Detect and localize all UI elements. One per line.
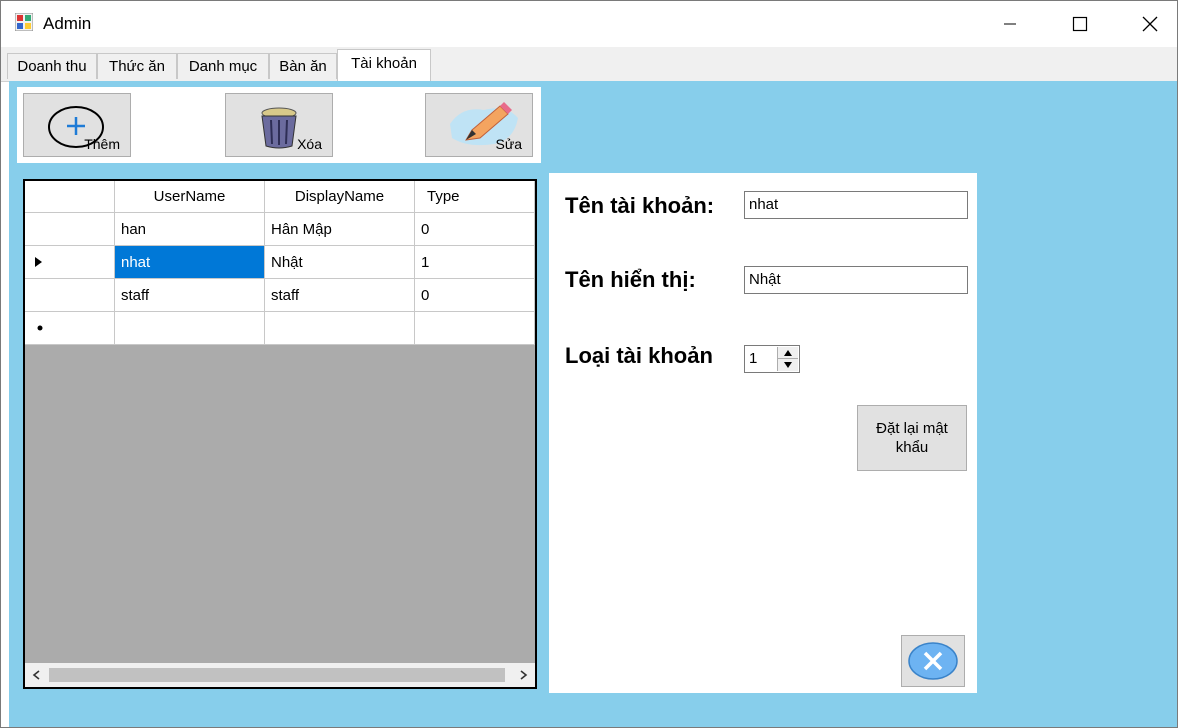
stepper-buttons (777, 347, 798, 371)
new-row-asterisk-icon (37, 325, 43, 331)
scrollbar-thumb[interactable] (49, 668, 505, 682)
reset-password-button[interactable]: Đặt lại mật khẩu (857, 405, 967, 471)
display-name-field[interactable]: Nhật (744, 266, 968, 294)
tab-thuc-an[interactable]: Thức ăn (97, 53, 177, 79)
close-window-button[interactable] (1127, 1, 1173, 47)
title-bar: Admin (1, 1, 1177, 47)
maximize-button[interactable] (1057, 1, 1103, 47)
trash-icon (261, 107, 297, 149)
display-name-label: Tên hiển thị: (565, 267, 696, 292)
column-header-type[interactable]: Type (415, 181, 535, 213)
admin-window: Admin Doanh thu Thức ăn Danh mục Bàn ăn … (0, 0, 1178, 728)
close-x-icon (908, 642, 958, 680)
add-label: Thêm (84, 136, 120, 152)
minimize-icon (1004, 23, 1016, 25)
add-button[interactable]: Thêm (23, 93, 131, 157)
tab-doanh-thu[interactable]: Doanh thu (7, 53, 97, 79)
account-type-label: Loại tài khoản (565, 343, 713, 368)
stepper-up-button[interactable] (778, 347, 798, 359)
row-header[interactable] (25, 213, 115, 246)
edit-label: Sửa (495, 136, 523, 152)
account-type-stepper[interactable]: 1 (744, 345, 800, 373)
caret-down-icon (784, 362, 792, 368)
scroll-right-icon[interactable] (517, 669, 529, 681)
maximize-icon (1072, 16, 1088, 32)
account-name-field[interactable]: nhat (744, 191, 968, 219)
cell-type[interactable]: 1 (415, 246, 535, 279)
window-title: Admin (43, 14, 92, 33)
tab-ban-an[interactable]: Bàn ăn (269, 53, 337, 79)
scroll-left-icon[interactable] (31, 669, 43, 681)
caret-up-icon (784, 349, 792, 356)
edit-button[interactable]: Sửa (425, 93, 533, 157)
delete-button[interactable]: Xóa (225, 93, 333, 157)
account-name-label: Tên tài khoản: (565, 193, 715, 218)
grid-corner-header (25, 181, 115, 213)
minimize-button[interactable] (987, 1, 1033, 47)
account-type-value[interactable]: 1 (749, 350, 757, 367)
cell-username[interactable]: han (115, 213, 265, 246)
close-icon (1142, 16, 1158, 32)
current-row-arrow-icon (35, 257, 42, 267)
new-row-cell[interactable] (265, 312, 415, 345)
column-header-displayname[interactable]: DisplayName (265, 181, 415, 213)
cell-displayname[interactable]: Hân Mập (265, 213, 415, 246)
tab-danh-muc[interactable]: Danh mục (177, 53, 269, 79)
app-icon (15, 13, 33, 31)
stepper-down-button[interactable] (778, 359, 798, 371)
new-row-header[interactable] (25, 312, 115, 345)
tab-tai-khoan[interactable]: Tài khoản (337, 49, 431, 81)
new-row-cell[interactable] (115, 312, 265, 345)
cell-type[interactable]: 0 (415, 213, 535, 246)
horizontal-scrollbar[interactable] (25, 663, 535, 687)
cell-displayname[interactable]: staff (265, 279, 415, 312)
account-grid[interactable]: UserName DisplayName Type han Hân Mập 0 … (23, 179, 537, 689)
cell-type[interactable]: 0 (415, 279, 535, 312)
account-detail-panel: Tên tài khoản: nhat Tên hiển thị: Nhật L… (549, 173, 977, 693)
tab-strip: Doanh thu Thức ăn Danh mục Bàn ăn Tài kh… (1, 47, 1177, 82)
cell-displayname[interactable]: Nhật (265, 246, 415, 279)
cell-username[interactable]: nhat (115, 246, 265, 279)
row-header[interactable] (25, 279, 115, 312)
tab-content: Thêm Xóa Sửa UserName DisplayName Type h… (9, 81, 1177, 727)
row-header-current[interactable] (25, 246, 115, 279)
new-row-cell[interactable] (415, 312, 535, 345)
column-header-username[interactable]: UserName (115, 181, 265, 213)
toolbar-panel: Thêm Xóa Sửa (17, 87, 541, 163)
close-panel-button[interactable] (901, 635, 965, 687)
cell-username[interactable]: staff (115, 279, 265, 312)
delete-label: Xóa (297, 136, 322, 152)
